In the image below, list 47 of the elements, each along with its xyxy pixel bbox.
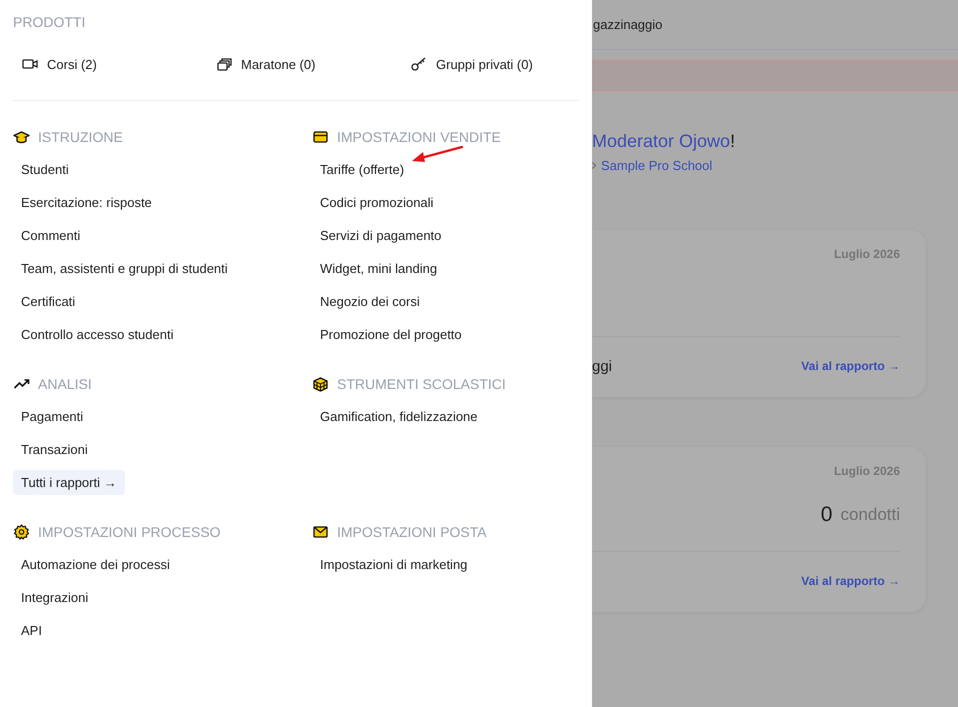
menu-item[interactable]: Pagamenti — [13, 404, 92, 429]
menu-item[interactable]: Widget, mini landing — [312, 256, 446, 281]
card-title: ggi — [592, 358, 612, 374]
menu-item[interactable]: Studenti — [13, 157, 77, 182]
stacked-windows-icon — [217, 57, 232, 71]
menu-item[interactable]: Tariffe (offerte) — [312, 157, 412, 182]
cube-icon — [312, 376, 329, 392]
gear-icon — [13, 524, 30, 540]
menu-item[interactable]: Promozione del progetto — [312, 322, 470, 347]
menu-item[interactable]: Servizi di pagamento — [312, 223, 450, 248]
greeting-heading: Moderator Ojowo! — [592, 130, 736, 152]
graduation-cap-icon — [13, 130, 30, 144]
section-heading: IMPOSTAZIONI POSTA — [337, 524, 487, 540]
menu-item[interactable]: Transazioni — [13, 437, 96, 462]
count-unit: condotti — [840, 505, 900, 525]
product-link[interactable]: Maratone (0) — [217, 56, 316, 72]
section-heading: IMPOSTAZIONI VENDITE — [337, 129, 501, 145]
section-heading: IMPOSTAZIONI PROCESSO — [38, 524, 221, 540]
product-link[interactable]: Gruppi privati (0) — [411, 56, 533, 72]
nav-label[interactable]: gazzinaggio — [593, 17, 662, 32]
section-heading: ANALISI — [38, 376, 92, 392]
menu-item[interactable]: API — [13, 618, 50, 643]
credit-card-icon — [312, 131, 329, 143]
key-icon — [411, 57, 427, 71]
menu-item[interactable]: Commenti — [13, 223, 88, 248]
menu-item[interactable]: Team, assistenti e gruppi di studenti — [13, 256, 236, 281]
trend-up-icon — [13, 379, 30, 389]
section-heading: ISTRUZIONE — [38, 129, 123, 145]
period-label: Luglio 2026 — [834, 246, 900, 262]
count-value: 0 — [820, 503, 832, 527]
menu-item[interactable]: Codici promozionali — [312, 190, 442, 215]
period-label: Luglio 2026 — [834, 463, 900, 479]
menu-item[interactable]: Impostazioni di marketing — [312, 552, 476, 577]
video-camera-icon — [22, 58, 38, 70]
menu-item[interactable]: Certificati — [13, 289, 84, 314]
menu-item[interactable]: Esercitazione: risposte — [13, 190, 160, 215]
section-heading: PRODOTTI — [13, 14, 86, 30]
mail-icon — [312, 526, 329, 538]
menu-item[interactable]: Integrazioni — [13, 585, 96, 610]
menu-item[interactable]: Controllo accesso studenti — [13, 322, 182, 347]
chevron-icon — [592, 162, 596, 169]
menu-item[interactable]: Gamification, fidelizzazione — [312, 404, 486, 429]
reports-link[interactable]: Tutti i rapporti → — [13, 470, 125, 495]
menu-item[interactable]: Negozio dei corsi — [312, 289, 428, 314]
product-link[interactable]: Corsi (2) — [22, 56, 97, 72]
menu-item[interactable]: Automazione dei processi — [13, 552, 178, 577]
section-heading: STRUMENTI SCOLASTICI — [337, 376, 506, 392]
